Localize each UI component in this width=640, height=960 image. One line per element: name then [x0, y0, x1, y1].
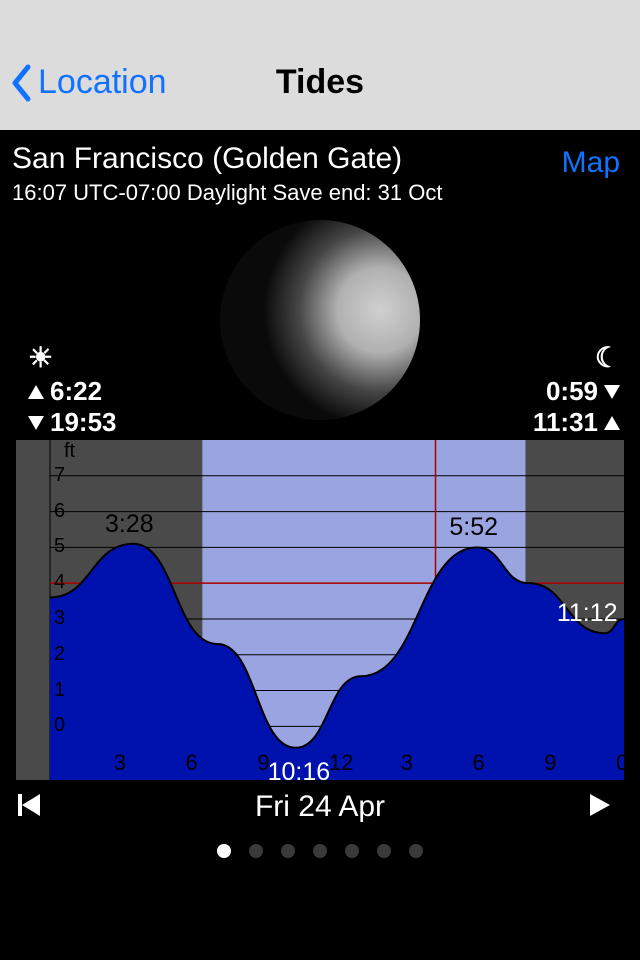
y-tick: 3 [54, 607, 65, 630]
location-name: San Francisco (Golden Gate) [12, 142, 442, 176]
x-tick: 6 [473, 750, 485, 776]
arrow-down-icon [28, 416, 44, 430]
tide-time-label: 11:12 [557, 599, 618, 628]
sunset-value: 19:53 [50, 407, 117, 438]
x-tick: 0 [616, 750, 624, 776]
arrow-up-icon [28, 385, 44, 399]
moon-phase-icon [220, 220, 420, 420]
x-tick: 6 [186, 750, 198, 776]
sun-icon: ☀ [28, 341, 53, 374]
back-button[interactable]: Location [0, 63, 167, 102]
page-dot[interactable] [377, 844, 391, 858]
page-dot[interactable] [249, 844, 263, 858]
page-dot[interactable] [345, 844, 359, 858]
y-tick: 7 [54, 464, 65, 487]
sunrise-value: 6:22 [50, 376, 102, 407]
y-tick: 1 [54, 679, 65, 702]
back-label: Location [38, 63, 167, 102]
y-tick: 6 [54, 500, 65, 523]
tide-curve [16, 440, 624, 780]
y-tick: 0 [54, 714, 65, 737]
navbar: Location Tides [0, 0, 640, 130]
x-tick: 12 [329, 750, 353, 776]
moon-times: ☾ 0:59 11:31 [533, 341, 620, 438]
next-day-button[interactable] [586, 791, 614, 824]
page-dot[interactable] [409, 844, 423, 858]
tide-chart[interactable]: ft 012345673691236903:2810:165:5211:12 [16, 440, 624, 780]
chevron-left-icon [10, 64, 32, 102]
y-tick: 2 [54, 643, 65, 666]
date-nav-row: Fri 24 Apr [0, 780, 640, 834]
x-tick: 3 [401, 750, 413, 776]
moonset-value: 11:31 [533, 407, 598, 438]
x-tick: 9 [544, 750, 556, 776]
location-header: San Francisco (Golden Gate) 16:07 UTC-07… [0, 130, 640, 206]
moonrise-value: 0:59 [546, 376, 598, 407]
page-dot[interactable] [313, 844, 327, 858]
prev-day-button[interactable] [16, 791, 44, 824]
y-tick: 5 [54, 535, 65, 558]
tide-time-label: 5:52 [449, 513, 498, 542]
y-axis-unit: ft [64, 440, 75, 463]
skip-back-icon [16, 791, 44, 819]
page-dot[interactable] [217, 844, 231, 858]
location-info: San Francisco (Golden Gate) 16:07 UTC-07… [12, 142, 442, 206]
location-subtitle: 16:07 UTC-07:00 Daylight Save end: 31 Oc… [12, 180, 442, 206]
play-icon [586, 791, 614, 819]
arrow-up-icon [604, 416, 620, 430]
current-date: Fri 24 Apr [255, 790, 385, 824]
sun-times: ☀ 6:22 19:53 [28, 341, 117, 438]
map-button[interactable]: Map [562, 146, 620, 180]
moon-phase-area: ☀ 6:22 19:53 ☾ 0:59 11:31 [0, 210, 640, 430]
page-dots[interactable] [0, 844, 640, 858]
moon-icon: ☾ [595, 341, 620, 374]
x-tick: 3 [114, 750, 126, 776]
page-dot[interactable] [281, 844, 295, 858]
arrow-down-icon [604, 385, 620, 399]
tide-time-label: 10:16 [268, 758, 331, 780]
y-tick: 4 [54, 571, 65, 594]
tide-time-label: 3:28 [105, 510, 154, 539]
